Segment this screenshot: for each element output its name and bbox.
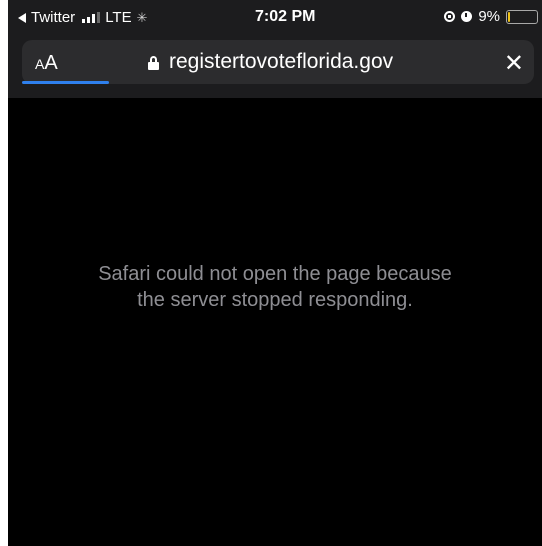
status-bar: Twitter LTE ✳ 7:02 PM 9% [8, 0, 542, 34]
error-line-2: the server stopped responding. [137, 289, 413, 311]
url-domain: registertovoteflorida.gov [169, 50, 394, 73]
url-field[interactable]: registertovoteflorida.gov [148, 50, 393, 74]
phone-screen: Twitter LTE ✳ 7:02 PM 9% AA registertovo… [8, 0, 542, 546]
status-time: 7:02 PM [255, 8, 316, 25]
browser-chrome: Twitter LTE ✳ 7:02 PM 9% AA registertovo… [8, 0, 542, 98]
activity-spinner-icon: ✳ [136, 9, 148, 25]
stop-loading-button[interactable]: ✕ [504, 49, 524, 78]
battery-icon [506, 9, 538, 24]
status-right: 9% [444, 8, 538, 25]
back-to-app[interactable]: Twitter LTE ✳ [18, 9, 148, 26]
reader-big-a: A [44, 52, 58, 74]
error-line-1: Safari could not open the page because [98, 263, 452, 285]
back-arrow-icon [18, 12, 26, 23]
reader-options-button[interactable]: AA [35, 52, 58, 75]
rotation-lock-icon [444, 11, 456, 22]
network-label: LTE [105, 9, 132, 26]
close-icon: ✕ [503, 50, 524, 77]
back-app-label: Twitter [31, 9, 76, 26]
battery-fill [508, 11, 510, 22]
url-bar[interactable]: AA registertovoteflorida.gov ✕ [22, 40, 534, 84]
load-progress-bar [22, 81, 109, 84]
battery-percent: 9% [478, 8, 500, 25]
error-message: Safari could not open the page because t… [8, 261, 542, 313]
lock-icon [148, 56, 159, 70]
signal-icon [82, 12, 101, 23]
reader-small-a: A [35, 56, 45, 72]
alarm-icon [461, 11, 473, 22]
